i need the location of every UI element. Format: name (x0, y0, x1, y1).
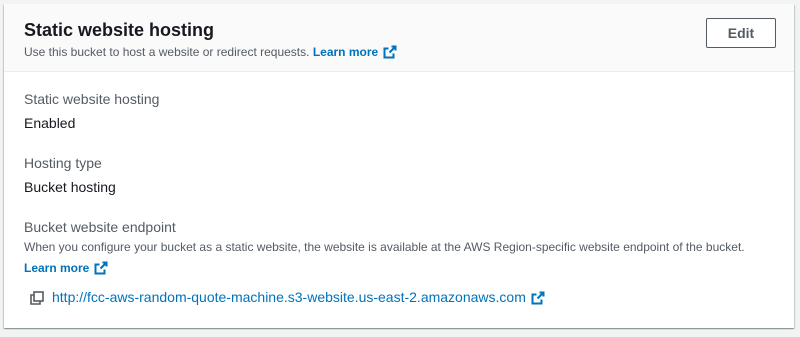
panel-description: Use this bucket to host a website or red… (24, 44, 397, 63)
panel-header: Static website hosting Use this bucket t… (4, 4, 794, 72)
endpoint-label: Bucket website endpoint (24, 219, 176, 235)
endpoint-learn-more-label: Learn more (24, 261, 90, 275)
header-learn-more-label: Learn more (312, 45, 379, 59)
endpoint-url-link[interactable]: http://fcc-aws-random-quote-machine.s3-w… (52, 289, 545, 308)
endpoint-url-row: http://fcc-aws-random-quote-machine.s3-w… (30, 288, 545, 308)
static-hosting-value: Enabled (24, 115, 76, 131)
static-hosting-label: Static website hosting (24, 91, 160, 107)
endpoint-learn-more-link[interactable]: Learn more (24, 261, 108, 275)
panel-title: Static website hosting (24, 20, 215, 40)
endpoint-url-text: http://fcc-aws-random-quote-machine.s3-w… (52, 288, 526, 305)
endpoint-learn-more-row: Learn more (24, 260, 108, 279)
panel-description-text: Use this bucket to host a website or red… (24, 45, 310, 59)
edit-button[interactable]: Edit (706, 18, 776, 48)
hosting-type-label: Hosting type (24, 155, 102, 171)
endpoint-description: When you configure your bucket as a stat… (24, 240, 745, 254)
header-learn-more-link[interactable]: Learn more (313, 45, 397, 59)
external-link-icon (531, 291, 545, 308)
external-link-icon (383, 45, 397, 63)
external-link-icon (94, 261, 108, 279)
static-website-hosting-panel: Static website hosting Use this bucket t… (4, 4, 794, 328)
copy-icon[interactable] (30, 291, 44, 305)
hosting-type-value: Bucket hosting (24, 179, 116, 195)
